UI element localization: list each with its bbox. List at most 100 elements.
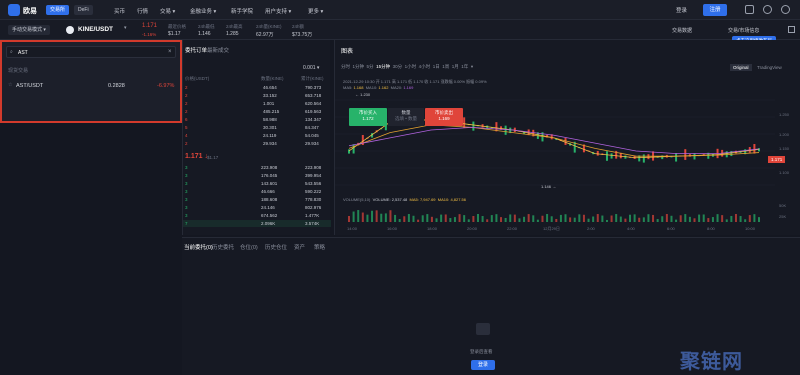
nav-item-markets[interactable]: 行情 <box>137 7 148 15</box>
volume-bar <box>684 214 687 222</box>
stat-label: 24h最高 <box>226 24 243 29</box>
logo-text[interactable]: 欧易 <box>23 6 37 16</box>
search-input[interactable]: ⌕ AST × <box>6 46 176 58</box>
bid-row[interactable]: 3 176.045 399.954 <box>183 172 331 179</box>
volume-bar <box>615 214 618 222</box>
tab-order-book[interactable]: 委托订单 <box>185 46 207 54</box>
ask-row[interactable]: 2 46.654 790.373 <box>183 84 331 91</box>
stat-label: 24h量(KINE) <box>256 24 282 29</box>
tf-more[interactable]: ▾ <box>471 64 473 69</box>
volume-bar <box>366 214 369 222</box>
volume-value: VOLUME: 2,537.48 <box>372 197 408 202</box>
nav-item-academy[interactable]: 新手学院 <box>231 7 253 15</box>
logo-icon[interactable] <box>8 4 20 16</box>
layout-icon[interactable] <box>788 26 795 33</box>
ask-row[interactable]: 6 58.988 134.347 <box>183 116 331 123</box>
ask-row[interactable]: 5 30.301 84.347 <box>183 124 331 131</box>
volume-indicator-label: VOLUME(5,10) <box>343 197 371 202</box>
time-axis: 14:00 16:00 18:00 20:00 22:00 12月29日 2:0… <box>335 226 775 234</box>
mid-price: 1.171 ↓ <box>185 153 208 160</box>
timeframe-tabs[interactable]: 分时 1分钟 5分 15分钟 30分 1小时 4小时 1日 1周 1月 1年 ▾ <box>341 64 473 70</box>
volume-bar <box>532 215 535 222</box>
ask-row[interactable]: 2 485.215 619.563 <box>183 108 331 115</box>
tf-1m[interactable]: 1分钟 <box>353 64 365 69</box>
search-value: AST <box>18 50 28 56</box>
login-to-view-button[interactable]: 登录 <box>471 360 495 370</box>
star-icon[interactable]: ☆ <box>8 82 12 88</box>
ask-row[interactable]: 2 29.934 29.934 <box>183 140 331 147</box>
close-icon[interactable]: × <box>168 49 172 55</box>
bid-row[interactable]: 3 674.562 1.477K <box>183 212 331 219</box>
pair-selector[interactable]: KINE/USDT <box>78 26 113 33</box>
trade-data-link[interactable]: 交易数据 <box>672 27 692 34</box>
nav-item-more[interactable]: 更多 ▾ <box>308 7 323 15</box>
market-buy-button[interactable]: 市价买入 1.172 <box>349 108 387 126</box>
volume-ma5: MA5: 7,947.69 <box>409 197 436 202</box>
tf-1y[interactable]: 1年 <box>461 64 468 69</box>
tf-1h[interactable]: 1小时 <box>405 64 417 69</box>
nav-item-finance[interactable]: 金融业务 ▾ <box>190 7 216 15</box>
ask-row[interactable]: 2 1.001 620.564 <box>183 100 331 107</box>
volume-bar <box>592 216 595 222</box>
bell-icon[interactable] <box>763 5 772 14</box>
quantity-input[interactable]: 数量 选填 • 数量 <box>388 108 424 126</box>
defi-pill[interactable]: DeFi <box>74 5 93 15</box>
ticker-bar: 手动交易模式 ▾ KINE/USDT ▾ 1.171 -1.16% 最近价格 $… <box>0 20 800 46</box>
volume-bar <box>504 218 507 222</box>
stat-label: 最近价格 <box>168 24 186 29</box>
bid-row[interactable]: 3 223.908 223.908 <box>183 164 331 171</box>
bid-row[interactable]: 3 46.666 590.222 <box>183 188 331 195</box>
bid-row[interactable]: 3 188.608 778.830 <box>183 196 331 203</box>
tab-recent-trades[interactable]: 最新成交 <box>207 46 229 54</box>
globe-icon[interactable] <box>781 5 790 14</box>
exchange-pill[interactable]: 交易所 <box>46 5 70 15</box>
tf-line[interactable]: 分时 <box>341 64 350 69</box>
volume-bar <box>426 214 429 222</box>
volume-bar <box>384 213 387 222</box>
time-label: 14:00 <box>347 226 358 231</box>
tab-strategy[interactable]: 策略 <box>314 243 325 251</box>
bid-row[interactable]: 3 24.146 802.976 <box>183 204 331 211</box>
ask-row[interactable]: 4 24.119 54.045 <box>183 132 331 139</box>
precision-select[interactable]: 0.001 ▾ <box>303 65 319 71</box>
tf-5m[interactable]: 5分 <box>367 64 374 69</box>
tab-positions[interactable]: 仓位(0) <box>240 243 258 251</box>
bid-row[interactable]: 3 143.601 543.556 <box>183 180 331 187</box>
tab-position-history[interactable]: 历史仓位 <box>265 243 287 251</box>
login-button[interactable]: 登录 <box>676 6 687 14</box>
tab-order-history[interactable]: 历史委托 <box>212 243 234 251</box>
tf-30m[interactable]: 30分 <box>393 64 403 69</box>
volume-bar <box>417 219 420 222</box>
trade-mode-select[interactable]: 手动交易模式 ▾ <box>8 25 50 35</box>
market-sell-button[interactable]: 市价卖出 1.169 <box>425 108 463 126</box>
market-info-link[interactable]: 交易/市场信息 <box>728 27 759 34</box>
search-result-row[interactable]: ☆ AST/USDT 0.2828 -6.97% <box>2 80 180 92</box>
nav-item-support[interactable]: 用户支持 ▾ <box>265 7 291 15</box>
stat-value: $73.75万 <box>292 32 313 38</box>
tab-assets[interactable]: 资产 <box>294 243 305 251</box>
tf-1d[interactable]: 1日 <box>433 64 440 69</box>
search-icon: ⌕ <box>10 49 13 55</box>
tf-1mo[interactable]: 1月 <box>452 64 459 69</box>
tf-15m[interactable]: 15分钟 <box>376 64 390 69</box>
download-icon[interactable] <box>745 5 754 14</box>
register-button[interactable]: 注册 <box>703 4 727 16</box>
nav-item-trade[interactable]: 交易 ▾ <box>160 7 175 15</box>
nav-item-buy-crypto[interactable]: 买币 <box>114 7 125 15</box>
section-label: 现货交易 <box>8 68 29 74</box>
volume-bar <box>449 218 452 222</box>
volume-bar <box>481 216 484 222</box>
volume-bar <box>665 214 668 222</box>
tf-1w[interactable]: 1周 <box>442 64 449 69</box>
style-tradingview[interactable]: TradingView <box>757 65 782 70</box>
time-label: 2:00 <box>587 226 595 231</box>
bid-row[interactable]: 7 2.096K 3.574K <box>183 220 331 227</box>
volume-bar <box>361 212 364 222</box>
chevron-down-icon[interactable]: ▾ <box>124 25 127 31</box>
tab-open-orders[interactable]: 当前委托(0) <box>184 243 213 251</box>
style-original[interactable]: Original <box>730 64 752 71</box>
ask-row[interactable]: 2 33.152 653.718 <box>183 92 331 99</box>
tf-4h[interactable]: 4小时 <box>419 64 431 69</box>
candle <box>596 150 599 156</box>
ma-line-ma20 <box>348 127 760 154</box>
